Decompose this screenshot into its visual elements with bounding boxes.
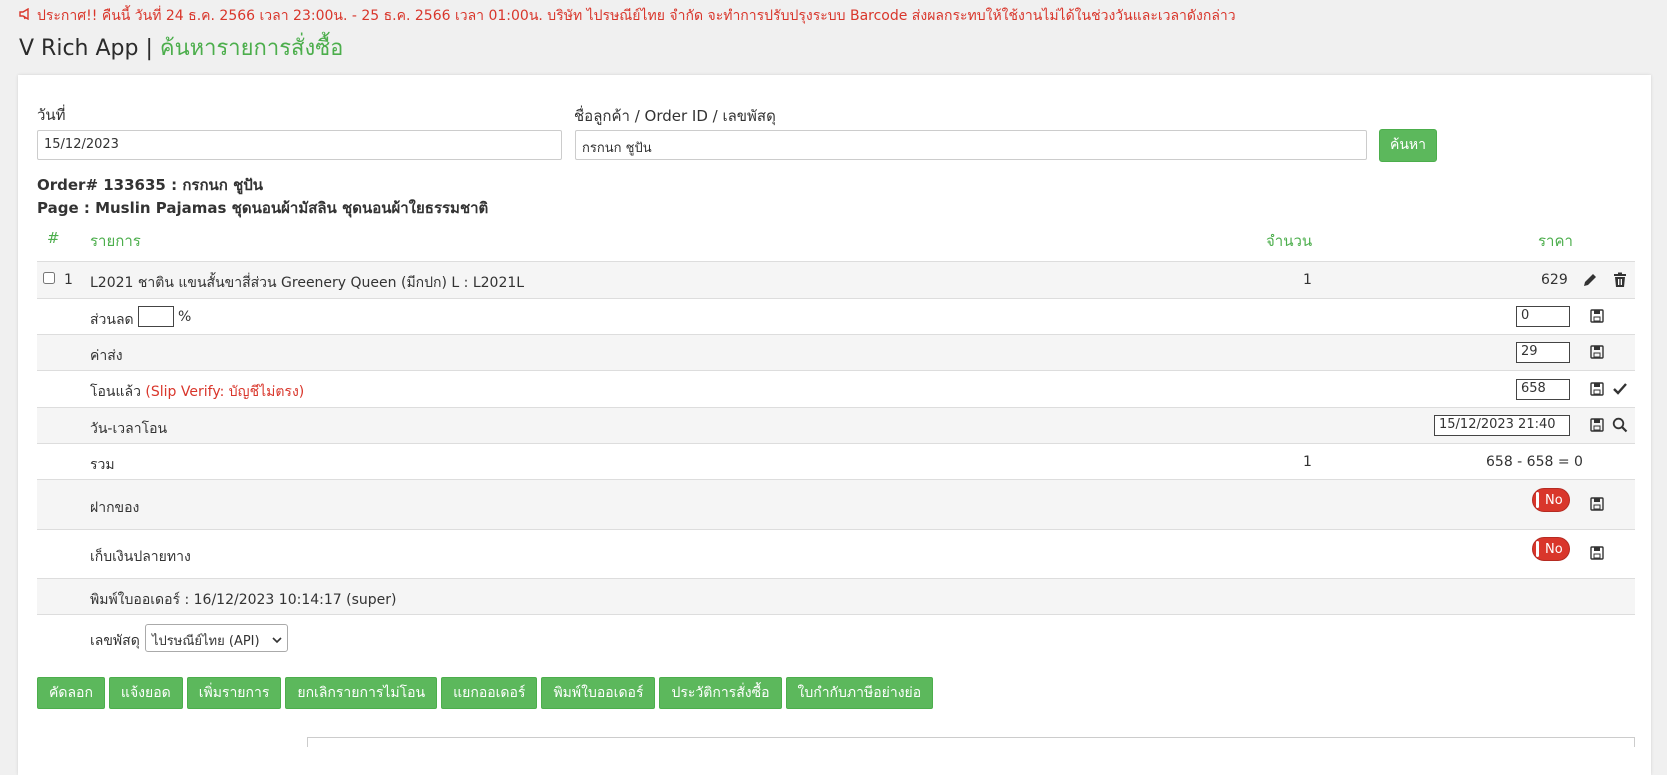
table-row-total: รวม 1 658 - 658 = 0 [37,443,1635,479]
item-qty: 1 [1303,272,1312,288]
save-icon[interactable] [1590,545,1606,561]
save-icon[interactable] [1590,496,1606,512]
transfer-time-label: วัน-เวลาโอน [90,421,168,437]
cancel-unpaid-button[interactable]: ยกเลิกรายการไม่โอน [285,677,438,709]
table-row-discount: ส่วนลด % 0 [37,298,1635,334]
header-qty: จำนวน [1266,232,1313,250]
shipping-input[interactable]: 29 [1516,342,1570,363]
table-row-paid: โอนแล้ว (Slip Verify: บัญชีไม่ตรง) 658 [37,370,1635,407]
date-input[interactable]: 15/12/2023 [37,130,562,160]
total-qty: 1 [1303,454,1312,470]
search-button[interactable]: ค้นหา [1379,129,1437,162]
cod-label: เก็บเงินปลายทาง [90,549,191,565]
announcement-text: ประกาศ!! คืนนี้ วันที่ 24 ธ.ค. 2566 เวลา… [37,8,1236,24]
save-icon[interactable] [1590,344,1606,360]
action-bar: คัดลอก แจ้งยอด เพิ่มรายการ ยกเลิกรายการไ… [37,677,934,709]
announcement-banner: ประกาศ!! คืนนี้ วันที่ 24 ธ.ค. 2566 เวลา… [19,5,1236,27]
paid-label: โอนแล้ว (Slip Verify: บัญชีไม่ตรง) [90,381,304,403]
paid-amount-input[interactable]: 658 [1516,379,1570,400]
carrier-select[interactable]: ไปรษณีย์ไทย (API) [145,624,288,652]
carrier-select-value: ไปรษณีย์ไทย (API) [152,634,260,649]
order-history-button[interactable]: ประวัติการสั่งซื้อ [659,677,782,709]
date-label: วันที่ [37,106,66,124]
item-checkbox[interactable] [43,272,55,288]
table-row-cod: เก็บเงินปลายทาง No [37,529,1635,578]
table-row-tracking: เลขพัสดุ ไปรษณีย์ไทย (API) [37,614,1635,660]
order-page: Page : Muslin Pajamas ชุดนอนผ้ามัสลิน ชุ… [37,199,489,217]
app-title: V Rich App | ค้นหารายการสั่งซื้อ [19,30,343,65]
header-num: # [47,229,60,247]
search-icon[interactable] [1612,417,1628,433]
customer-search-label: ชื่อลูกค้า / Order ID / เลขพัสดุ [574,107,776,125]
chevron-down-icon [272,633,282,648]
table-row-shipping: ค่าส่ง 29 [37,334,1635,370]
percent-symbol: % [178,309,192,325]
slip-verify-note: (Slip Verify: บัญชีไม่ตรง) [145,384,305,400]
item-price: 629 [1541,272,1568,288]
table-row-printed: พิมพ์ใบออเดอร์ : 16/12/2023 10:14:17 (su… [37,578,1635,614]
print-order-button[interactable]: พิมพ์ใบออเดอร์ [541,677,656,709]
table-row-deposit: ฝากของ No [37,479,1635,529]
total-label: รวม [90,457,115,473]
tax-invoice-button[interactable]: ใบกำกับภาษีอย่างย่อ [785,677,934,709]
add-item-button[interactable]: เพิ่มรายการ [186,677,282,709]
table-row-transfer-time: วัน-เวลาโอน 15/12/2023 21:40 [37,407,1635,443]
save-icon[interactable] [1590,308,1606,324]
save-icon[interactable] [1590,381,1606,397]
order-title: Order# 133635 : กรกนก ชูปัน [37,176,264,194]
discount-amount-input[interactable]: 0 [1516,306,1570,327]
item-name: L2021 ชาติน แขนสั้นขาสี่ส่วน Greenery Qu… [90,275,525,291]
header-item: รายการ [90,232,141,250]
save-icon[interactable] [1590,417,1606,433]
copy-button[interactable]: คัดลอก [37,677,105,709]
table-row-item: 1 L2021 ชาติน แขนสั้นขาสี่ส่วน Greenery … [37,261,1635,298]
paid-label-text: โอนแล้ว [90,384,141,400]
discount-percent-input[interactable] [138,306,174,327]
notify-total-button[interactable]: แจ้งยอด [108,677,183,709]
customer-search-input[interactable]: กรกนก ชูปัน [575,130,1367,160]
shipping-label: ค่าส่ง [90,348,123,364]
deposit-toggle[interactable]: No [1532,488,1570,512]
item-index: 1 [64,272,73,288]
header-price: ราคา [1538,232,1573,250]
split-order-button[interactable]: แยกออเดอร์ [441,677,538,709]
transfer-time-input[interactable]: 15/12/2023 21:40 [1434,415,1570,436]
deposit-label: ฝากของ [90,500,140,516]
partial-input-field[interactable] [307,737,1635,747]
trash-icon[interactable] [1612,272,1628,288]
cod-toggle[interactable]: No [1532,537,1570,561]
edit-icon[interactable] [1582,272,1598,288]
app-name: V Rich App | [19,36,153,61]
printed-info: พิมพ์ใบออเดอร์ : 16/12/2023 10:14:17 (su… [90,592,397,608]
total-summary: 658 - 658 = 0 [1486,454,1583,470]
megaphone-icon [19,7,33,24]
check-icon[interactable] [1612,381,1628,397]
tracking-label: เลขพัสดุ [90,633,140,649]
page-title: ค้นหารายการสั่งซื้อ [159,36,344,61]
discount-label: ส่วนลด [90,312,134,328]
